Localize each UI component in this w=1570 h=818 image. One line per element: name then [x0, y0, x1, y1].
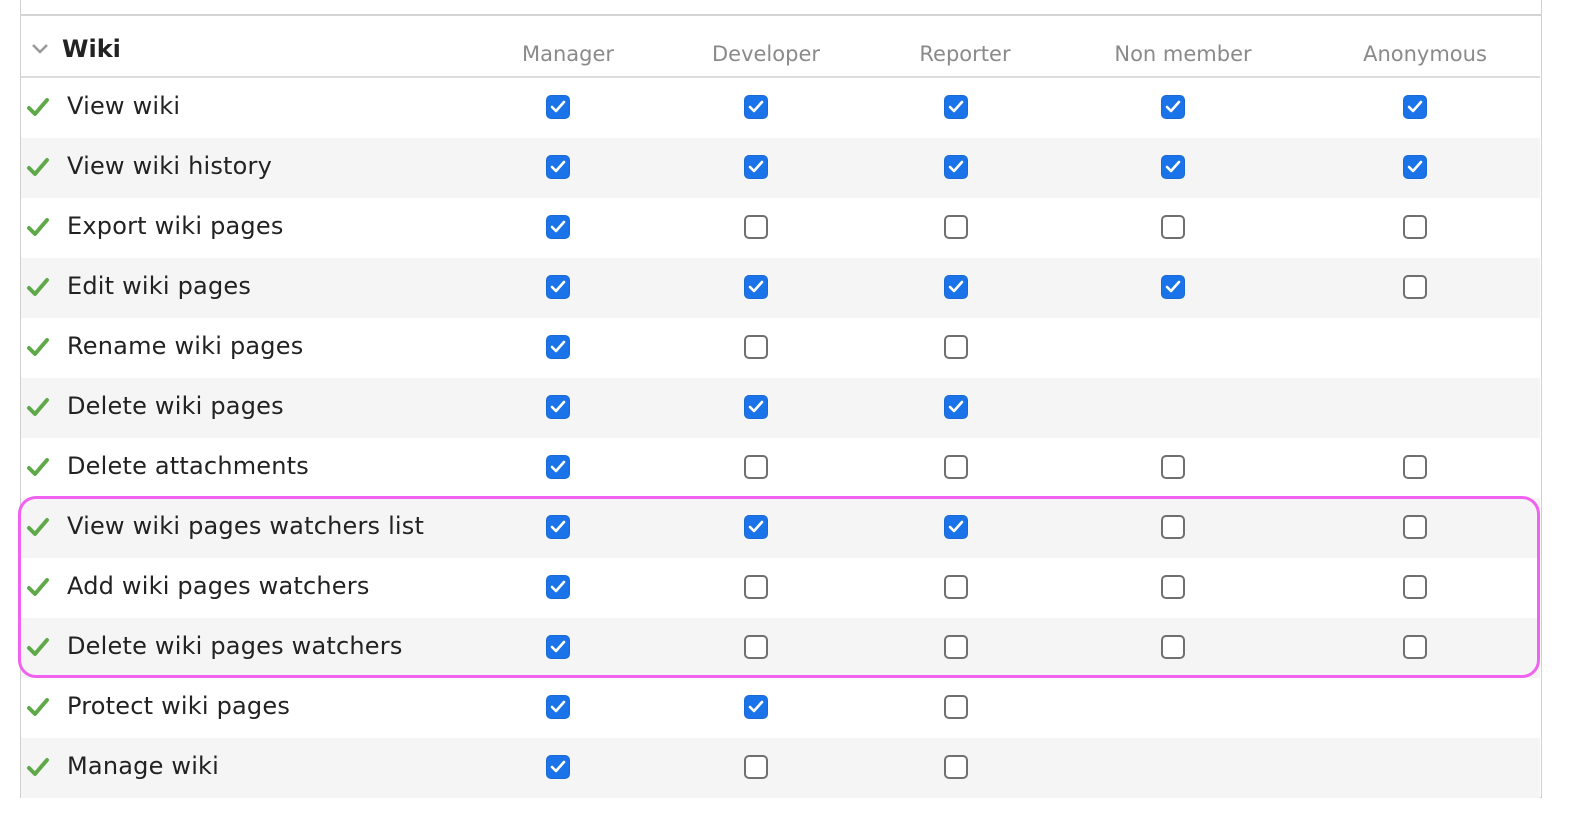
permission-checkbox-manager[interactable] — [546, 215, 570, 239]
table-row: Manage wiki — [21, 738, 1540, 798]
permission-checkbox-anonymous[interactable] — [1403, 275, 1427, 299]
table-row: Protect wiki pages — [21, 678, 1540, 738]
permission-checkbox-non-member[interactable] — [1161, 215, 1185, 239]
permission-checkbox-non-member[interactable] — [1161, 95, 1185, 119]
permission-checkbox-developer[interactable] — [744, 575, 768, 599]
green-check-icon — [27, 158, 49, 176]
green-check-icon — [27, 398, 49, 416]
column-header-developer: Developer — [711, 42, 821, 66]
green-check-icon — [27, 218, 49, 236]
permission-label: View wiki history — [67, 152, 273, 180]
permission-checkbox-manager[interactable] — [546, 695, 570, 719]
table-row: Edit wiki pages — [21, 258, 1540, 318]
green-check-icon — [27, 638, 49, 656]
permission-label: Protect wiki pages — [67, 692, 291, 720]
table-row: View wiki — [21, 78, 1540, 138]
green-check-icon — [27, 338, 49, 356]
permission-checkbox-manager[interactable] — [546, 155, 570, 179]
permission-checkbox-manager[interactable] — [546, 455, 570, 479]
permission-checkbox-non-member[interactable] — [1161, 275, 1185, 299]
permission-checkbox-developer[interactable] — [744, 335, 768, 359]
permission-checkbox-developer[interactable] — [744, 275, 768, 299]
permission-checkbox-developer[interactable] — [744, 635, 768, 659]
green-check-icon — [27, 98, 49, 116]
column-header-anonymous: Anonymous — [1363, 42, 1487, 66]
permission-checkbox-reporter[interactable] — [944, 95, 968, 119]
permission-label: Add wiki pages watchers — [67, 572, 370, 600]
table-row: View wiki history — [21, 138, 1540, 198]
permission-checkbox-manager[interactable] — [546, 575, 570, 599]
permission-checkbox-reporter[interactable] — [944, 395, 968, 419]
permission-checkbox-reporter[interactable] — [944, 515, 968, 539]
table-row: Delete wiki pages — [21, 378, 1540, 438]
green-check-icon — [27, 698, 49, 716]
permission-checkbox-developer[interactable] — [744, 395, 768, 419]
permission-label: Delete wiki pages watchers — [67, 632, 403, 660]
permission-checkbox-reporter[interactable] — [944, 575, 968, 599]
permission-checkbox-anonymous[interactable] — [1403, 155, 1427, 179]
table-row: Add wiki pages watchers — [21, 558, 1540, 618]
permission-label: Edit wiki pages — [67, 272, 252, 300]
permission-checkbox-anonymous[interactable] — [1403, 215, 1427, 239]
permission-checkbox-reporter[interactable] — [944, 155, 968, 179]
permission-checkbox-reporter[interactable] — [944, 755, 968, 779]
permission-checkbox-anonymous[interactable] — [1403, 635, 1427, 659]
chevron-down-icon[interactable] — [30, 42, 50, 56]
permission-checkbox-manager[interactable] — [546, 95, 570, 119]
permission-checkbox-developer[interactable] — [744, 695, 768, 719]
permission-checkbox-manager[interactable] — [546, 515, 570, 539]
permission-checkbox-developer[interactable] — [744, 95, 768, 119]
table-row: Delete attachments — [21, 438, 1540, 498]
table-row: View wiki pages watchers list — [21, 498, 1540, 558]
permission-checkbox-non-member[interactable] — [1161, 455, 1185, 479]
table-row: Export wiki pages — [21, 198, 1540, 258]
table-row: Delete wiki pages watchers — [21, 618, 1540, 678]
permission-checkbox-anonymous[interactable] — [1403, 455, 1427, 479]
green-check-icon — [27, 758, 49, 776]
column-header-reporter: Reporter — [919, 42, 1011, 66]
permission-checkbox-reporter[interactable] — [944, 455, 968, 479]
column-header-non-member: Non member — [1114, 42, 1252, 66]
permission-label: Delete wiki pages — [67, 392, 284, 420]
green-check-icon — [27, 458, 49, 476]
permission-label: Rename wiki pages — [67, 332, 304, 360]
permission-checkbox-manager[interactable] — [546, 395, 570, 419]
green-check-icon — [27, 518, 49, 536]
green-check-icon — [27, 578, 49, 596]
permission-checkbox-anonymous[interactable] — [1403, 95, 1427, 119]
permission-checkbox-non-member[interactable] — [1161, 155, 1185, 179]
permission-checkbox-manager[interactable] — [546, 275, 570, 299]
permission-checkbox-anonymous[interactable] — [1403, 575, 1427, 599]
permission-checkbox-developer[interactable] — [744, 215, 768, 239]
permission-checkbox-non-member[interactable] — [1161, 575, 1185, 599]
permission-label: View wiki — [67, 92, 181, 120]
permission-label: Export wiki pages — [67, 212, 284, 240]
permission-checkbox-non-member[interactable] — [1161, 515, 1185, 539]
permission-checkbox-developer[interactable] — [744, 155, 768, 179]
permission-checkbox-reporter[interactable] — [944, 635, 968, 659]
permission-checkbox-developer[interactable] — [744, 515, 768, 539]
permission-checkbox-developer[interactable] — [744, 455, 768, 479]
table-row: Rename wiki pages — [21, 318, 1540, 378]
permission-checkbox-non-member[interactable] — [1161, 635, 1185, 659]
permission-checkbox-manager[interactable] — [546, 635, 570, 659]
permission-checkbox-reporter[interactable] — [944, 215, 968, 239]
permission-label: Delete attachments — [67, 452, 309, 480]
permission-checkbox-anonymous[interactable] — [1403, 515, 1427, 539]
permission-checkbox-reporter[interactable] — [944, 275, 968, 299]
permission-label: View wiki pages watchers list — [67, 512, 425, 540]
permission-checkbox-reporter[interactable] — [944, 335, 968, 359]
column-header-manager: Manager — [521, 42, 615, 66]
section-title: Wiki — [62, 35, 121, 63]
permission-label: Manage wiki — [67, 752, 220, 780]
permission-checkbox-manager[interactable] — [546, 335, 570, 359]
permission-checkbox-developer[interactable] — [744, 755, 768, 779]
permission-checkbox-reporter[interactable] — [944, 695, 968, 719]
green-check-icon — [27, 278, 49, 296]
permission-checkbox-manager[interactable] — [546, 755, 570, 779]
